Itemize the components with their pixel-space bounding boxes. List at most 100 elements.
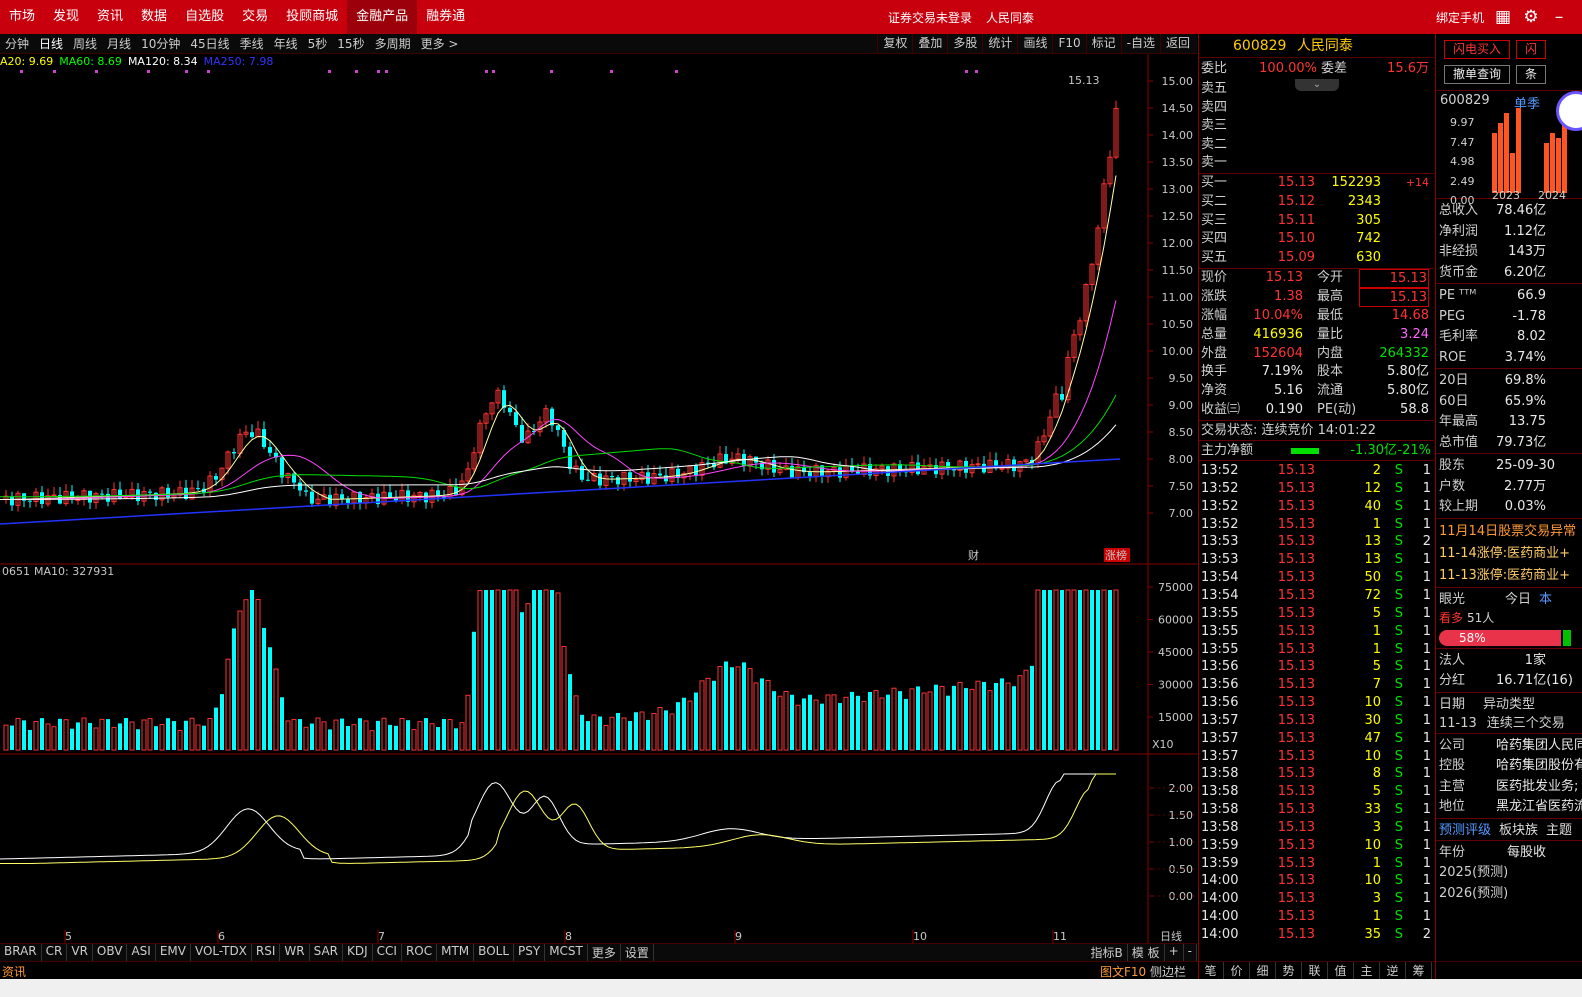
news-item[interactable]: 11-14涨停:医药商业+ [1436, 543, 1582, 565]
minimize-icon[interactable]: – [1550, 8, 1568, 26]
buy-row[interactable]: 买三 15.11 305 [1199, 212, 1434, 231]
fr-label: 分红 [1439, 673, 1466, 688]
indicator-tab-6[interactable]: VOL-TDX [191, 944, 252, 961]
sidebar-toggle[interactable]: 侧边栏 [1150, 963, 1186, 980]
tool-button-5[interactable]: F10 [1052, 34, 1085, 53]
indicator-right-2[interactable]: + [1165, 944, 1184, 961]
period-tab-0[interactable]: 分钟 [0, 35, 34, 52]
period-tab-6[interactable]: 季线 [235, 35, 269, 52]
tool-button-2[interactable]: 多股 [947, 34, 982, 53]
tick-row: 13:54 15.13 72 S 1 [1199, 587, 1434, 605]
nav-item-5[interactable]: 交易 [233, 0, 277, 34]
indicator-tab-4[interactable]: ASI [127, 944, 156, 961]
tool-button-6[interactable]: 标记 [1085, 34, 1121, 53]
fr-row: 总市值 79.73亿 [1436, 433, 1582, 454]
quote-label: 今开 [1317, 269, 1344, 285]
indicator-tab-8[interactable]: WR [280, 944, 310, 961]
bank-link[interactable]: 人民同泰 [986, 9, 1034, 26]
nav-item-7[interactable]: 金融产品 [347, 0, 418, 34]
indicator-tab-10[interactable]: KDJ [343, 944, 373, 961]
indicator-tab-1[interactable]: CR [42, 944, 68, 961]
news-item[interactable]: 11月14日股票交易异常 [1436, 521, 1582, 543]
indicator-tab-14[interactable]: BOLL [474, 944, 515, 961]
tool-button-8[interactable]: 返回 [1159, 34, 1195, 53]
vol-legend: 0651 [2, 565, 30, 578]
sell-row: 卖二 [1199, 136, 1434, 155]
chart-bg [0, 54, 1197, 943]
period-tab-5[interactable]: 45日线 [185, 35, 234, 52]
tool-button-4[interactable]: 画线 [1017, 34, 1052, 53]
buy-row[interactable]: 买四 15.10 742 [1199, 230, 1434, 249]
pred-tab-0[interactable]: 预测评级 [1439, 821, 1491, 840]
volume-bar [724, 661, 728, 750]
indicator-tab-3[interactable]: OBV [93, 944, 128, 961]
nav-item-0[interactable]: 市场 [0, 0, 44, 34]
period-tab-2[interactable]: 周线 [68, 35, 102, 52]
fr-y-tick: 9.97 [1450, 116, 1475, 129]
period-tab-9[interactable]: 15秒 [332, 35, 369, 52]
indicator-tab-11[interactable]: CCI [373, 944, 402, 961]
volume-bar [88, 722, 92, 750]
pred-tab-1[interactable]: 板块族 [1499, 821, 1538, 840]
vol-tick: 75000 [1158, 581, 1193, 594]
period-tab-11[interactable]: 更多 > [416, 35, 464, 52]
pred-tab-2[interactable]: 主题 [1546, 821, 1572, 840]
f10-link[interactable]: 图文F10 [1100, 963, 1146, 980]
fr-y-tick: 0.00 [1450, 194, 1475, 207]
indicator-tab-15[interactable]: PSY [514, 944, 546, 961]
indicator-right-3[interactable]: - [1184, 944, 1197, 961]
eye-more[interactable]: 本 [1539, 590, 1552, 609]
gear-icon[interactable]: ⚙ [1522, 8, 1540, 26]
indicator-tab-16[interactable]: MCST [545, 944, 588, 961]
indicator-right-1[interactable]: 模 板 [1128, 944, 1165, 961]
side-button-2[interactable]: 条 [1516, 65, 1547, 84]
indicator-tab-17[interactable]: 更多 [588, 944, 621, 961]
tool-button-7[interactable]: -自选 [1120, 34, 1160, 53]
period-tab-8[interactable]: 5秒 [303, 35, 333, 52]
nav-item-8[interactable]: 融券通 [417, 0, 474, 34]
tick-row: 14:00 15.13 1 S 1 [1199, 908, 1434, 926]
kline-chart[interactable]: 15.00 14.50 14.00 13.50 13.00 12.50 12.00 11.50… [0, 54, 1197, 943]
period-tab-3[interactable]: 月线 [102, 35, 136, 52]
flash-buy-button[interactable]: 闪电买入 [1444, 40, 1511, 59]
candle-body [514, 412, 518, 426]
news-item[interactable]: 11-13涨停:医药商业+ [1436, 565, 1582, 587]
side-button-1[interactable]: 闪 [1516, 40, 1547, 59]
volume-bar [502, 590, 506, 750]
cancel-query-button[interactable]: 撤单查询 [1444, 65, 1511, 84]
buy-row[interactable]: 买一 15.13 152293 +14 [1199, 174, 1434, 193]
bind-phone-link[interactable]: 绑定手机 [1436, 9, 1484, 26]
indicator-right-0[interactable]: 指标B [1087, 944, 1128, 961]
fr-value: 6.20亿 [1504, 264, 1546, 280]
grid-icon[interactable]: ▦ [1494, 8, 1512, 26]
nav-item-6[interactable]: 投顾商城 [277, 0, 347, 34]
indicator-tab-0[interactable]: BRAR [0, 944, 42, 961]
indicator-tab-9[interactable]: SAR [310, 944, 343, 961]
buy-row[interactable]: 买二 15.12 2343 [1199, 193, 1434, 212]
period-tab-10[interactable]: 多周期 [370, 35, 416, 52]
period-tab-1[interactable]: 日线 [34, 35, 68, 52]
indicator-tab-12[interactable]: ROC [402, 944, 438, 961]
tool-button-3[interactable]: 统计 [982, 34, 1017, 53]
tool-button-1[interactable]: 叠加 [912, 34, 947, 53]
buy-row[interactable]: 买五 15.09 630 [1199, 249, 1434, 268]
price-tick: 8.50 [1169, 426, 1194, 439]
period-tab-4[interactable]: 10分钟 [136, 35, 185, 52]
volume-bar [118, 723, 122, 750]
volume-bar [1012, 686, 1016, 750]
nav-item-2[interactable]: 资讯 [88, 0, 132, 34]
news-tab[interactable]: 资讯 [2, 963, 26, 980]
indicator-tab-13[interactable]: MTM [437, 944, 475, 961]
indicator-tab-2[interactable]: VR [67, 944, 93, 961]
tool-button-0[interactable]: 复权 [877, 34, 912, 53]
login-status[interactable]: 证券交易未登录 [888, 9, 972, 26]
collapse-arrow-icon[interactable]: ⌄ [1295, 79, 1339, 91]
nav-item-1[interactable]: 发现 [44, 0, 88, 34]
period-tab-7[interactable]: 年线 [269, 35, 303, 52]
indicator-tab-5[interactable]: EMV [156, 944, 191, 961]
indicator-tab-18[interactable]: 设置 [621, 944, 654, 961]
nav-item-3[interactable]: 数据 [132, 0, 176, 34]
tick-list[interactable]: 13:52 15.13 2 S 1 13:52 15.13 12 S 1 13:52 15.13 40 S… [1199, 460, 1434, 944]
indicator-tab-7[interactable]: RSI [252, 944, 281, 961]
nav-item-4[interactable]: 自选股 [176, 0, 233, 34]
